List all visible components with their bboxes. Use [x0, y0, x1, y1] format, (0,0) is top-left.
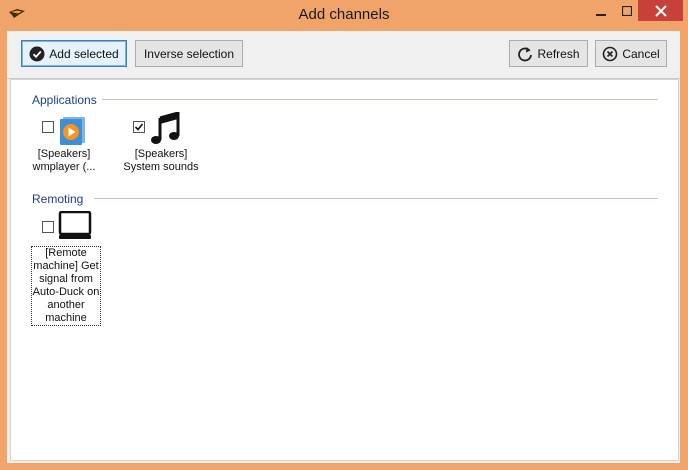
monitor-icon[interactable]: [58, 211, 92, 243]
checkmark-circle-icon: [29, 46, 45, 61]
channel-checkbox-remote-machine[interactable]: [42, 221, 54, 233]
group-header-applications: Applications: [32, 93, 97, 107]
refresh-icon: [518, 46, 533, 61]
refresh-label: Refresh: [537, 46, 580, 61]
channel-checkbox-wmplayer[interactable]: [42, 121, 54, 133]
minimize-icon: [596, 14, 606, 16]
dialog-client: Add selected Inverse selection Refresh C…: [7, 31, 680, 463]
add-selected-label: Add selected: [49, 46, 119, 61]
refresh-button[interactable]: Refresh: [509, 40, 588, 67]
add-selected-button[interactable]: Add selected: [21, 40, 127, 67]
channel-label-wmplayer[interactable]: [Speakers] wmplayer (...: [25, 148, 103, 174]
group-divider: [94, 198, 658, 199]
cancel-icon: [603, 46, 618, 61]
cancel-button[interactable]: Cancel: [595, 40, 667, 67]
checkmark-icon: [134, 123, 144, 131]
title-bar[interactable]: Add channels: [0, 0, 688, 31]
channel-label-remote-machine[interactable]: [Remote machine] Get signal from Auto-Du…: [31, 246, 101, 326]
music-note-icon[interactable]: [149, 112, 181, 146]
channel-list: Applications [Speakers] wmplayer (... [S…: [10, 79, 679, 461]
channel-checkbox-system-sounds[interactable]: [133, 121, 145, 133]
window-title: Add channels: [298, 6, 390, 23]
group-divider: [102, 99, 658, 100]
toolbar: Add selected Inverse selection Refresh C…: [7, 31, 680, 79]
group-header-remoting: Remoting: [32, 192, 84, 206]
media-player-icon[interactable]: [57, 115, 89, 147]
add-channels-window: Add channels Add selected Inverse select…: [0, 0, 688, 470]
inverse-selection-button[interactable]: Inverse selection: [135, 40, 243, 67]
channel-label-system-sounds[interactable]: [Speakers] System sounds: [119, 148, 203, 174]
cancel-label: Cancel: [622, 46, 660, 61]
close-button[interactable]: [638, 0, 683, 21]
maximize-icon: [622, 6, 632, 16]
inverse-selection-label: Inverse selection: [143, 46, 235, 61]
close-icon: [654, 4, 667, 17]
